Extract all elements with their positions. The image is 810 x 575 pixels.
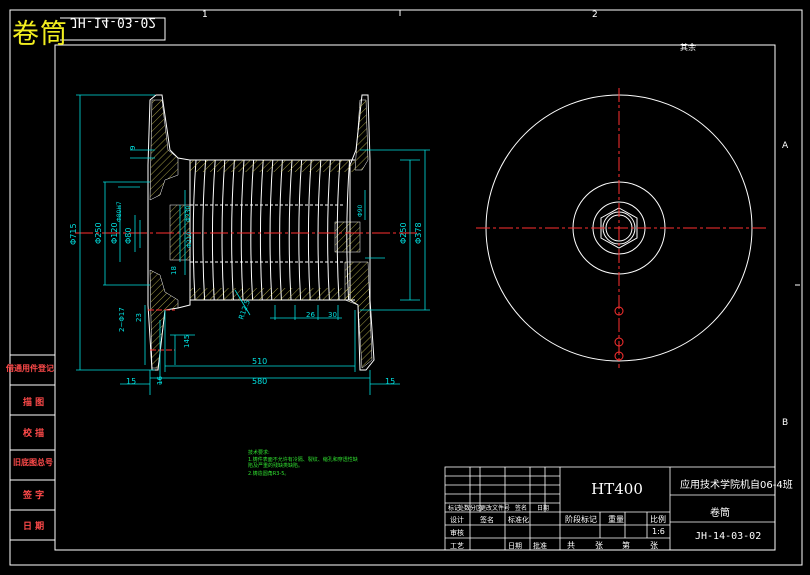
zone-1: 1 <box>202 10 208 20</box>
side-label-0: 借通用件登记 <box>6 364 54 373</box>
rope-groove <box>202 159 207 301</box>
side-stamp-table <box>9 354 56 541</box>
side-label-1: 旧底图总号 <box>13 458 53 467</box>
scale-value: 1:6 <box>652 527 665 536</box>
dim-580: 580 <box>252 377 267 386</box>
rope-groove <box>192 159 197 301</box>
dim-510: 510 <box>252 357 267 366</box>
dimension-lines <box>76 94 430 395</box>
sheet-no: 第 <box>622 541 630 550</box>
drawing-number: JH-14-03-02 <box>695 531 762 542</box>
zone-b: B <box>782 418 788 428</box>
drawing-title: 卷筒 <box>12 19 68 50</box>
tb-standard: 标准化 <box>508 516 529 524</box>
dim-210: Φ210 <box>186 232 193 248</box>
rope-groove <box>269 159 274 301</box>
dim-145: 145 <box>183 335 191 348</box>
rope-groove <box>231 159 235 301</box>
dim-23: 23 <box>135 313 143 322</box>
dim-r125: R12.5 <box>237 299 252 321</box>
tb-change-doc: 更改文件号 <box>480 505 511 512</box>
dim-15-right: 15 <box>385 377 395 386</box>
side-label-2: 描 图 <box>23 398 45 408</box>
scale-label: 比例 <box>650 515 666 524</box>
mirrored-drawing-code: JH-14-03-02 <box>70 14 157 29</box>
dim-80: Φ80 <box>124 228 133 244</box>
sheet-total: 共 <box>567 541 575 550</box>
rope-groove <box>240 159 245 301</box>
rope-groove <box>279 159 283 301</box>
tech-note-heading: 技术要求: <box>248 450 270 456</box>
dim-30: 30 <box>328 311 337 319</box>
rope-groove <box>288 159 293 301</box>
dim-9: 9 <box>129 146 137 150</box>
rope-groove <box>259 159 264 301</box>
weight-label: 重量 <box>608 515 624 524</box>
dim-16: 16 <box>156 376 164 385</box>
company-label: 应用技术学院机自06-4班 <box>680 480 793 491</box>
sheet-unit-a: 张 <box>595 541 603 550</box>
stage-mark: 阶段标记 <box>565 515 597 524</box>
tb-review: 审核 <box>450 529 464 537</box>
dim-378: Φ378 <box>414 222 423 244</box>
tb-design: 设计 <box>450 516 464 524</box>
tb-approve: 批准 <box>533 542 547 550</box>
material-label: HT400 <box>591 480 643 498</box>
sheet-unit-b: 张 <box>650 541 658 550</box>
dim-2-17: 2~Φ17 <box>118 307 126 332</box>
tb-signature: 签名 <box>480 516 494 524</box>
dim-15-left: 15 <box>126 377 136 386</box>
side-label-5: 日 期 <box>23 522 45 532</box>
dim-18: 18 <box>170 266 178 275</box>
side-label-3: 校 描 <box>23 429 45 439</box>
zone-a: A <box>782 141 789 151</box>
drum-end-view <box>476 88 766 368</box>
rope-groove <box>250 159 255 301</box>
rope-groove <box>307 159 312 301</box>
surface-note: 其余 <box>680 43 696 52</box>
zone-2: 2 <box>592 10 598 20</box>
tb-date: 日期 <box>537 505 550 512</box>
tech-note-2: 2.铸造圆角R3-5。 <box>248 471 290 477</box>
rope-groove <box>317 159 322 301</box>
dim-120: Φ120 <box>110 222 119 244</box>
tb-date-2: 日期 <box>508 542 522 550</box>
tb-sign: 签名 <box>515 505 528 512</box>
tb-count: 处数 <box>458 505 471 512</box>
dim-715: Φ715 <box>69 223 78 245</box>
dim-250-left: Φ250 <box>94 222 103 244</box>
tech-note-1: 1.铸件表面不允许有冷隔、裂纹、缩孔和穿透性缺陷及严重的残缺类缺陷。 <box>248 457 358 469</box>
part-name-label: 卷筒 <box>710 508 730 519</box>
dim-250-right: Φ250 <box>399 222 408 244</box>
dim-230: Φ230 <box>185 206 192 222</box>
side-label-4: 签 字 <box>23 491 45 501</box>
rope-groove <box>221 159 226 301</box>
dim-80h7: Φ80H7 <box>116 201 123 222</box>
tb-process: 工艺 <box>450 542 464 550</box>
rope-groove <box>327 159 331 301</box>
dim-26: 26 <box>306 311 315 319</box>
rope-groove <box>298 159 303 301</box>
rope-groove <box>211 159 216 301</box>
dim-90: Φ90 <box>357 204 364 217</box>
